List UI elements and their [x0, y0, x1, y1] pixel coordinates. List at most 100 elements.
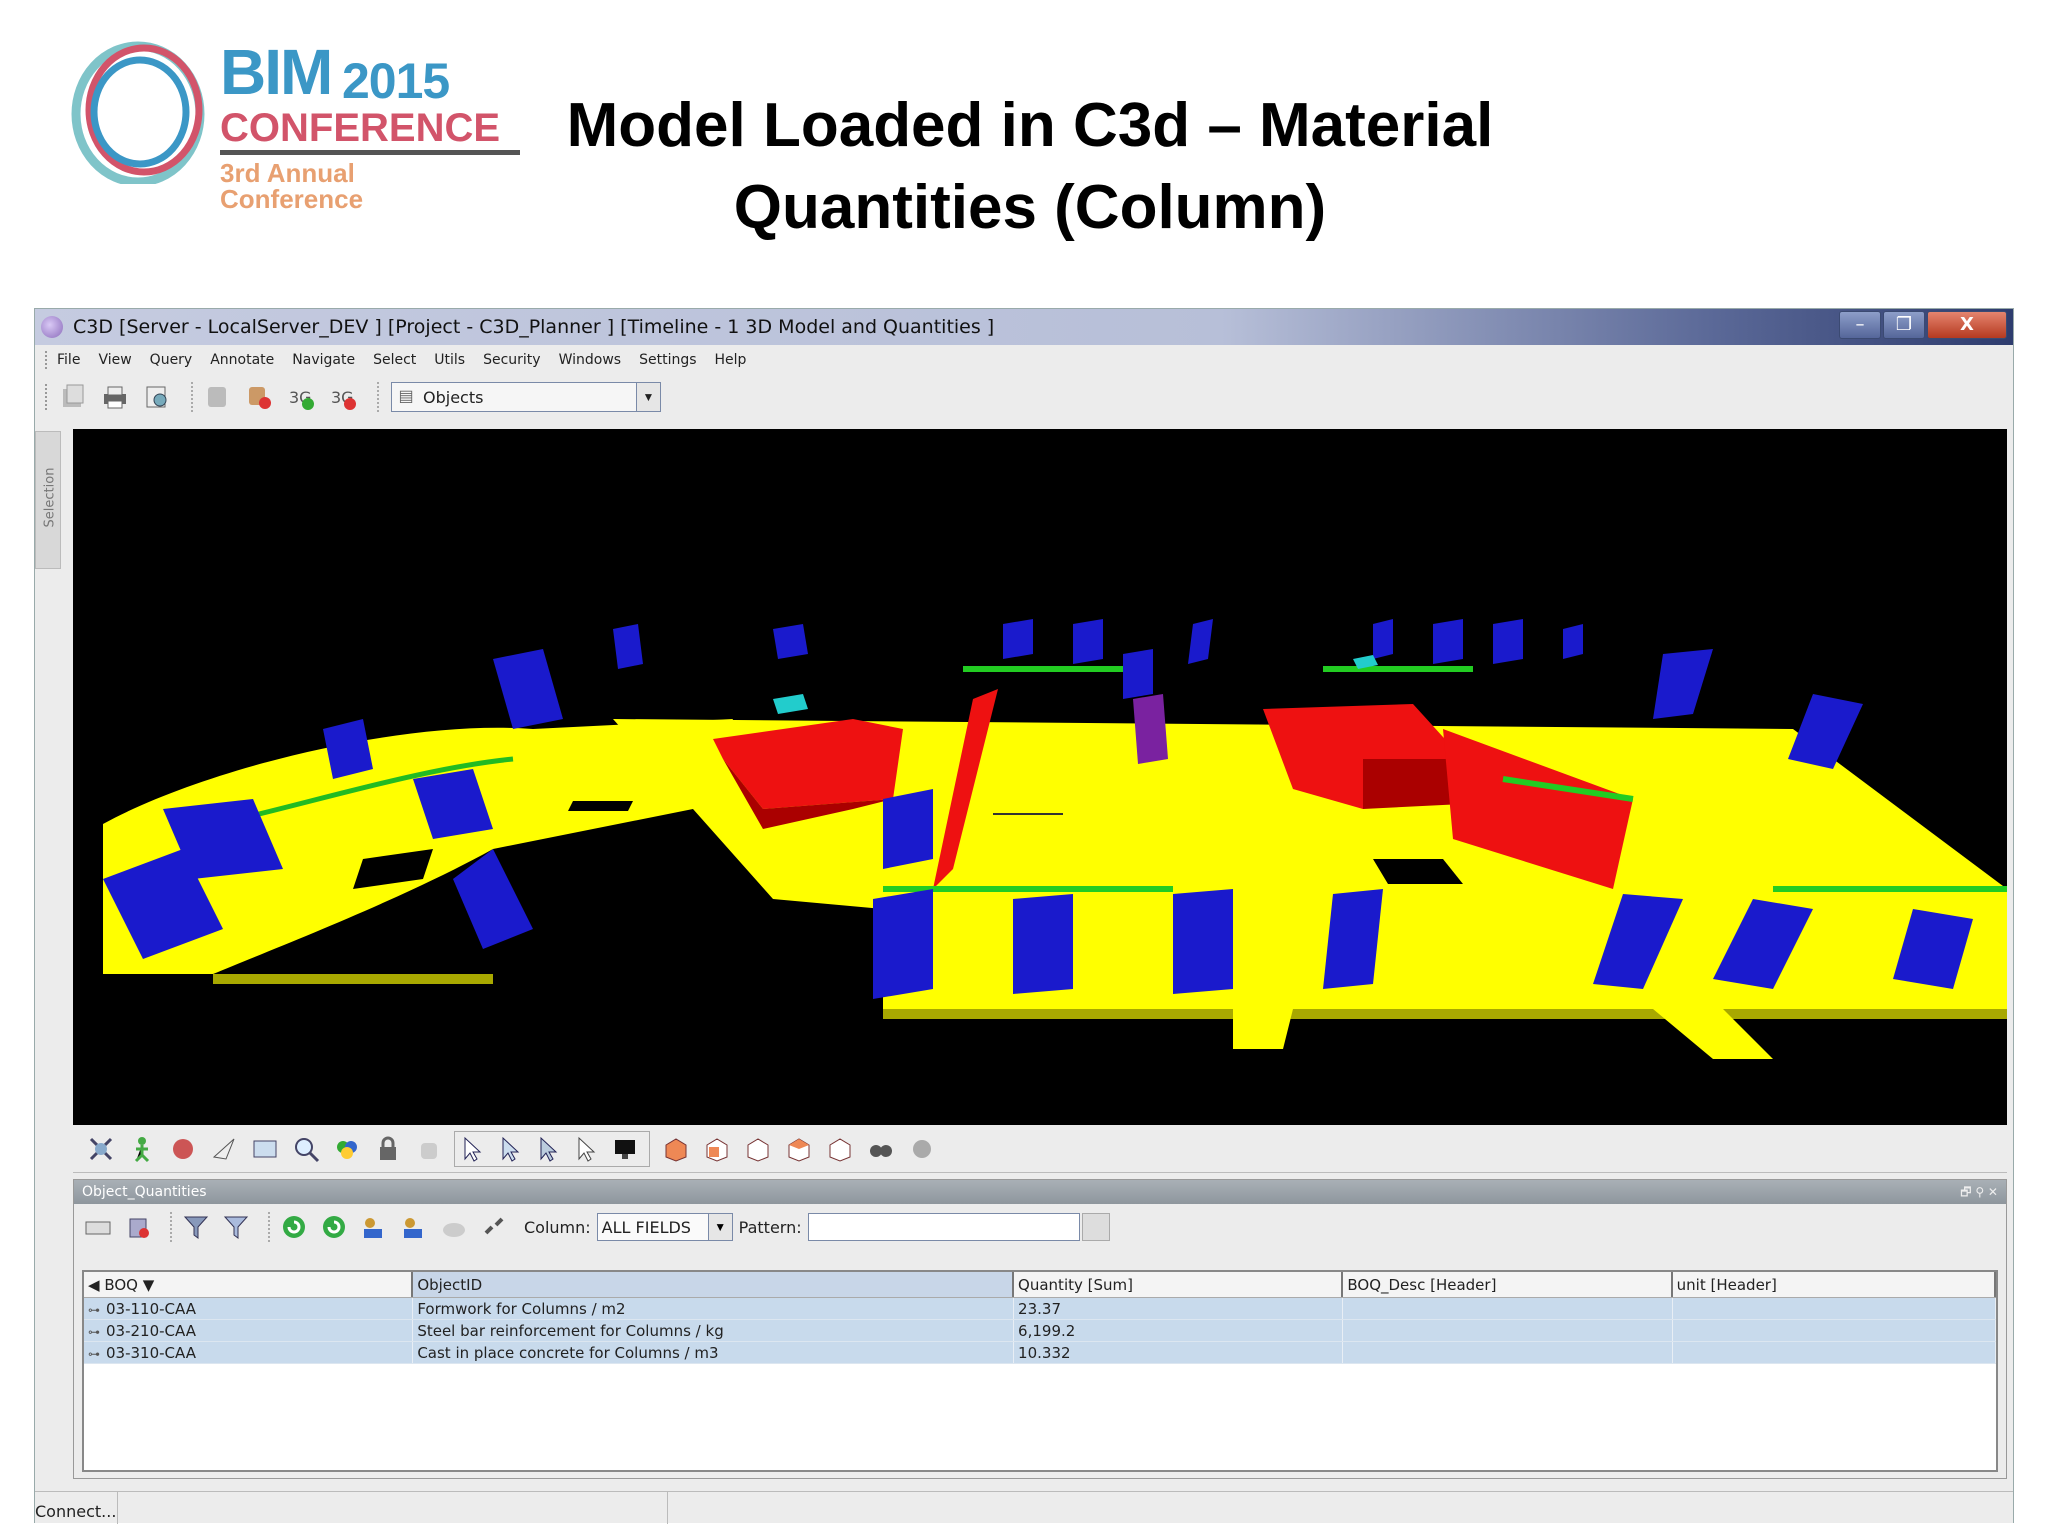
binoculars-icon[interactable] [865, 1133, 897, 1165]
view-front-icon[interactable] [701, 1133, 733, 1165]
chevron-down-icon[interactable]: ▼ [707, 1214, 732, 1240]
view-side-icon[interactable] [742, 1133, 774, 1165]
menu-annotate[interactable]: Annotate [210, 352, 274, 368]
chevron-down-icon[interactable]: ▼ [636, 383, 660, 411]
refresh-icon[interactable] [278, 1211, 310, 1243]
pattern-label: Pattern: [738, 1217, 802, 1237]
3d-viewport[interactable] [73, 429, 2007, 1125]
menu-bar: File View Query Annotate Navigate Select… [35, 345, 2013, 375]
menu-security[interactable]: Security [483, 352, 541, 368]
print-icon[interactable] [99, 381, 131, 413]
view-iso-icon[interactable] [660, 1133, 692, 1165]
cloud-icon[interactable] [438, 1211, 470, 1243]
panel-title: Object_Quantities [82, 1184, 207, 1200]
header-unit[interactable]: unit [Header] [1673, 1272, 1996, 1297]
select-pointer-icon[interactable] [457, 1133, 489, 1165]
add-model-icon[interactable]: 3G [285, 381, 317, 413]
unlink-icon[interactable] [478, 1211, 510, 1243]
c3d-app-window: C3D [Server - LocalServer_DEV ] [Project… [34, 308, 2014, 1524]
column-label: Column: [524, 1217, 591, 1237]
status-bar: Connect... [35, 1491, 2013, 1524]
table-row[interactable]: ⊶ 03-110-CAA Formwork for Columns / m2 23… [84, 1298, 1996, 1320]
selection-side-tab[interactable]: Selection [35, 431, 61, 569]
lock-icon[interactable] [372, 1133, 404, 1165]
fly-icon[interactable] [167, 1133, 199, 1165]
cell-boq: ⊶ 03-310-CAA [84, 1342, 414, 1363]
color-icon[interactable] [331, 1133, 363, 1165]
print-preview-icon[interactable] [141, 381, 173, 413]
server-icon[interactable] [201, 381, 233, 413]
remove-model-icon[interactable]: 3G [327, 381, 359, 413]
quantities-table: ◀ BOQ ▼ ObjectID Quantity [Sum] BOQ_Desc… [82, 1270, 1998, 1472]
cell-object: Steel bar reinforcement for Columns / kg [413, 1320, 1015, 1341]
walk-icon[interactable] [126, 1133, 158, 1165]
filter-select-icon[interactable] [220, 1211, 252, 1243]
slide-title-line1: Model Loaded in C3d – Material [566, 91, 1494, 160]
cell-unit [1673, 1320, 1996, 1341]
logo-bar [220, 150, 520, 155]
panel-controls[interactable]: 🗗 ⚲ ✕ [1960, 1183, 1998, 1204]
key-icon: ⊶ [88, 1347, 100, 1361]
table-row[interactable]: ⊶ 03-310-CAA Cast in place concrete for C… [84, 1342, 1996, 1364]
pattern-input[interactable] [807, 1213, 1080, 1241]
menu-view[interactable]: View [98, 352, 131, 368]
select-add-icon[interactable] [533, 1133, 565, 1165]
main-toolbar: 3G 3G ▤ Objects ▼ [35, 375, 2013, 419]
keyboard-icon[interactable] [82, 1211, 114, 1243]
reset-view-icon[interactable] [85, 1133, 117, 1165]
pattern-search-button[interactable] [1081, 1213, 1110, 1241]
open-icon[interactable] [57, 381, 89, 413]
monitor-icon[interactable] [609, 1133, 641, 1165]
column-dropdown-value: ALL FIELDS [601, 1217, 691, 1237]
database-icon[interactable] [122, 1211, 154, 1243]
window-titlebar[interactable]: C3D [Server - LocalServer_DEV ] [Project… [35, 309, 2013, 345]
users-settings-icon[interactable] [398, 1211, 430, 1243]
maximize-button[interactable]: ❐ [1883, 311, 1925, 339]
column-dropdown[interactable]: ALL FIELDS ▼ [596, 1213, 733, 1241]
zoom-icon[interactable] [290, 1133, 322, 1165]
refresh-all-icon[interactable] [318, 1211, 350, 1243]
header-objectid[interactable]: ObjectID [413, 1272, 1015, 1297]
menu-query[interactable]: Query [150, 352, 193, 368]
window-title: C3D [Server - LocalServer_DEV ] [Project… [73, 316, 995, 338]
header-boq[interactable]: ◀ BOQ ▼ [84, 1272, 414, 1297]
select-remove-icon[interactable] [571, 1133, 603, 1165]
table-row[interactable]: ⊶ 03-210-CAA Steel bar reinforcement for … [84, 1320, 1996, 1342]
menu-settings[interactable]: Settings [639, 352, 696, 368]
filter-icon[interactable] [180, 1211, 212, 1243]
close-button[interactable]: X [1927, 311, 2007, 339]
slide-title-line2: Quantities (Column) [733, 173, 1327, 242]
view-top-icon[interactable] [783, 1133, 815, 1165]
logo-rings-icon [71, 41, 205, 184]
delete-server-icon[interactable] [243, 381, 275, 413]
menu-windows[interactable]: Windows [559, 352, 622, 368]
logo-annual-text: 3rd Annual Conference [220, 158, 364, 214]
menu-grip [45, 351, 49, 369]
navigate-icon[interactable] [208, 1133, 240, 1165]
menu-navigate[interactable]: Navigate [292, 352, 355, 368]
select-box-icon[interactable] [495, 1133, 527, 1165]
logo-conference-text: CONFERENCE [220, 106, 501, 150]
status-divider [667, 1492, 669, 1524]
objects-dropdown[interactable]: ▤ Objects ▼ [391, 382, 661, 412]
cell-boq: ⊶ 03-110-CAA [84, 1298, 414, 1319]
key-icon: ⊶ [88, 1325, 100, 1339]
users-icon[interactable] [358, 1211, 390, 1243]
side-tab-label: Selection [42, 467, 58, 528]
menu-utils[interactable]: Utils [434, 352, 465, 368]
menu-select[interactable]: Select [373, 352, 416, 368]
logo-bim-text: BIM [220, 36, 333, 108]
camera-settings-icon[interactable] [906, 1133, 938, 1165]
header-quantity[interactable]: Quantity [Sum] [1014, 1272, 1344, 1297]
table-header: ◀ BOQ ▼ ObjectID Quantity [Sum] BOQ_Desc… [84, 1272, 1996, 1298]
header-boq-desc[interactable]: BOQ_Desc [Header] [1343, 1272, 1673, 1297]
object-quantities-panel: Object_Quantities 🗗 ⚲ ✕ Column: ALL FIEL… [73, 1179, 2007, 1479]
zoom-window-icon[interactable] [249, 1133, 281, 1165]
minimize-button[interactable]: – [1839, 311, 1881, 339]
cell-object: Cast in place concrete for Columns / m3 [413, 1342, 1015, 1363]
hand-icon[interactable] [413, 1133, 445, 1165]
view-back-icon[interactable] [824, 1133, 856, 1165]
menu-file[interactable]: File [57, 352, 80, 368]
menu-help[interactable]: Help [715, 352, 747, 368]
cell-desc [1343, 1320, 1673, 1341]
